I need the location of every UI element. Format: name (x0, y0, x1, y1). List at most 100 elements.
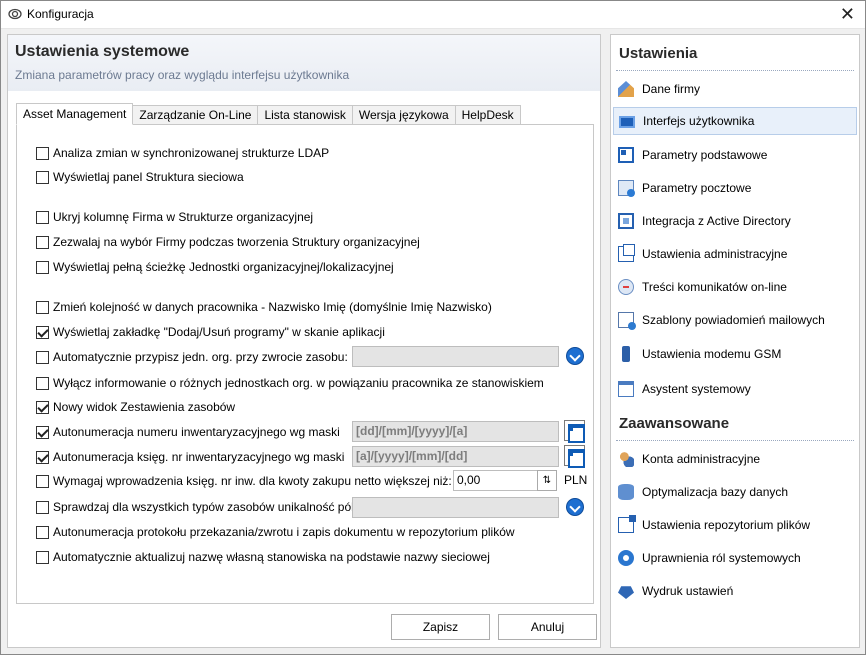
return-unit-field[interactable] (352, 346, 559, 367)
sidebar-item-label: Optymalizacja bazy danych (642, 485, 789, 499)
checkbox[interactable] (36, 525, 49, 539)
save-button[interactable]: Zapisz (391, 614, 490, 640)
sidebar-item-uprawnienia[interactable]: Uprawnienia ról systemowych (613, 544, 857, 572)
checkbox[interactable] (36, 500, 49, 514)
option-auto-update-station-name[interactable]: Automatycznie aktualizuj nazwę własną st… (36, 549, 490, 565)
checkbox[interactable] (36, 235, 49, 249)
option-label: Ukryj kolumnę Firma w Strukturze organiz… (53, 210, 314, 224)
amount-input[interactable]: 0,00 (453, 470, 538, 491)
divider (616, 70, 854, 71)
sidebar-item-modem-gsm[interactable]: Ustawienia modemu GSM (613, 340, 857, 368)
role-icon (618, 550, 634, 566)
option-full-unit-path[interactable]: Wyświetlaj pełną ścieżkę Jednostki organ… (36, 259, 394, 275)
option-label: Autonumeracja księg. nr inwentaryzacyjne… (53, 450, 345, 464)
panel-header: Ustawienia systemowe Zmiana parametrów p… (8, 35, 600, 91)
option-check-unique-fields[interactable]: Sprawdzaj dla wszystkich typów zasobów u… (36, 499, 354, 515)
sidebar-item-active-directory[interactable]: Integracja z Active Directory (613, 207, 857, 235)
repository-icon (618, 515, 636, 533)
option-label: Zezwalaj na wybór Firmy podczas tworzeni… (53, 235, 420, 249)
unique-fields-field[interactable] (352, 497, 559, 518)
sidebar-section-title: Ustawienia (619, 45, 698, 62)
inventory-mask-field[interactable]: [dd]/[mm]/[yyyy]/[a] (352, 421, 559, 442)
checkbox[interactable] (36, 210, 49, 224)
option-label: Autonumeracja numeru inwentaryzacyjnego … (53, 425, 340, 439)
sidebar-item-administracyjne[interactable]: Ustawienia administracyjne (613, 240, 857, 268)
print-icon (618, 586, 634, 599)
house-icon (618, 81, 634, 97)
sidebar-item-label: Parametry podstawowe (642, 148, 768, 162)
window-icon (618, 147, 634, 163)
sidebar-item-label: Interfejs użytkownika (643, 114, 755, 128)
sidebar-item-label: Ustawienia modemu GSM (642, 347, 782, 361)
sidebar-item-konta-admin[interactable]: Konta administracyjne (613, 445, 857, 473)
title-bar: Konfiguracja ✕ (1, 1, 865, 29)
mask-editor-icon[interactable] (564, 420, 585, 443)
tab-lista-stanowisk[interactable]: Lista stanowisk (258, 105, 353, 125)
page-subtitle: Zmiana parametrów pracy oraz wyglądu int… (15, 68, 350, 82)
sidebar-item-dane-firmy[interactable]: Dane firmy (613, 75, 857, 103)
checkbox[interactable] (36, 474, 49, 488)
tab-asset-management[interactable]: Asset Management (16, 103, 134, 125)
close-icon[interactable]: ✕ (840, 4, 855, 24)
option-label: Wyświetlaj zakładkę "Dodaj/Usuń programy… (53, 325, 385, 339)
amount-stepper-icon[interactable]: ⇅ (537, 470, 557, 491)
unique-fields-dropdown-icon[interactable] (566, 498, 584, 516)
checkbox[interactable] (36, 350, 49, 364)
checkbox[interactable] (36, 260, 49, 274)
checkbox[interactable] (36, 400, 49, 414)
option-require-book-number[interactable]: Wymagaj wprowadzenia księg. nr inw. dla … (36, 473, 452, 489)
checkbox[interactable] (36, 146, 49, 160)
tab-wersja-jezykowa[interactable]: Wersja językowa (352, 105, 456, 125)
sidebar-item-label: Asystent systemowy (642, 382, 751, 396)
option-label: Sprawdzaj dla wszystkich typów zasobów u… (53, 500, 354, 514)
option-new-asset-view[interactable]: Nowy widok Zestawienia zasobów (36, 399, 235, 415)
option-label: Wyświetlaj pełną ścieżkę Jednostki organ… (53, 260, 394, 274)
option-book-autonumber[interactable]: Autonumeracja księg. nr inwentaryzacyjne… (36, 449, 344, 465)
sidebar-item-parametry-pocztowe[interactable]: Parametry pocztowe (613, 174, 857, 202)
message-icon (618, 279, 634, 295)
sidebar-item-label: Parametry pocztowe (642, 181, 752, 195)
sidebar-section-title: Zaawansowane (619, 415, 730, 432)
sidebar-item-szablony[interactable]: Szablony powiadomień mailowych (613, 306, 857, 334)
checkbox[interactable] (36, 450, 49, 464)
sidebar-item-label: Konta administracyjne (642, 452, 761, 466)
sidebar-item-parametry-podstawowe[interactable]: Parametry podstawowe (613, 141, 857, 169)
option-inventory-autonumber[interactable]: Autonumeracja numeru inwentaryzacyjnego … (36, 424, 340, 440)
checkbox[interactable] (36, 325, 49, 339)
checkbox[interactable] (36, 300, 49, 314)
option-hide-company-column[interactable]: Ukryj kolumnę Firma w Strukturze organiz… (36, 209, 313, 225)
sidebar-item-repozytorium[interactable]: Ustawienia repozytorium plików (613, 511, 857, 539)
currency-label: PLN (564, 473, 588, 487)
tab-zarzadzanie-online[interactable]: Zarządzanie On-Line (133, 105, 259, 125)
sidebar-item-label: Integracja z Active Directory (642, 214, 791, 228)
option-ldap-analysis[interactable]: Analiza zmian w synchronizowanej struktu… (36, 145, 329, 161)
sidebar-item-asystent[interactable]: Asystent systemowy (613, 375, 857, 403)
sidebar-item-optymalizacja[interactable]: Optymalizacja bazy danych (613, 478, 857, 506)
sidebar-item-interfejs[interactable]: Interfejs użytkownika (613, 107, 857, 135)
option-label: Nowy widok Zestawienia zasobów (53, 400, 236, 414)
option-network-panel[interactable]: Wyświetlaj panel Struktura sieciowa (36, 169, 244, 185)
sidebar-item-label: Wydruk ustawień (642, 584, 734, 598)
return-unit-dropdown-icon[interactable] (566, 347, 584, 365)
option-protocol-autonumber[interactable]: Autonumeracja protokołu przekazania/zwro… (36, 524, 515, 540)
sidebar-item-wydruk[interactable]: Wydruk ustawień (613, 577, 857, 605)
checkbox[interactable] (36, 376, 49, 390)
window-title: Konfiguracja (27, 7, 94, 21)
checkbox[interactable] (36, 550, 49, 564)
option-auto-assign-unit[interactable]: Automatycznie przypisz jedn. org. przy z… (36, 349, 348, 365)
config-window: Konfiguracja ✕ Ustawienia systemowe Zmia… (0, 0, 866, 655)
mask-editor-icon[interactable] (564, 445, 585, 468)
checkbox[interactable] (36, 425, 49, 439)
option-name-order[interactable]: Zmień kolejność w danych pracownika - Na… (36, 299, 492, 315)
app-logo-icon (8, 8, 22, 20)
option-disable-unit-info[interactable]: Wyłącz informowanie o różnych jednostkac… (36, 375, 544, 391)
option-add-remove-programs-tab[interactable]: Wyświetlaj zakładkę "Dodaj/Usuń programy… (36, 324, 385, 340)
option-allow-company-select[interactable]: Zezwalaj na wybór Firmy podczas tworzeni… (36, 234, 420, 250)
sidebar-item-komunikaty[interactable]: Treści komunikatów on-line (613, 273, 857, 301)
cancel-button[interactable]: Anuluj (498, 614, 597, 640)
checkbox[interactable] (36, 170, 49, 184)
tab-helpdesk[interactable]: HelpDesk (455, 105, 521, 125)
sidebar-item-label: Uprawnienia ról systemowych (642, 551, 801, 565)
book-mask-field[interactable]: [a]/[yyyy]/[mm]/[dd] (352, 446, 559, 467)
directory-icon (618, 213, 634, 229)
